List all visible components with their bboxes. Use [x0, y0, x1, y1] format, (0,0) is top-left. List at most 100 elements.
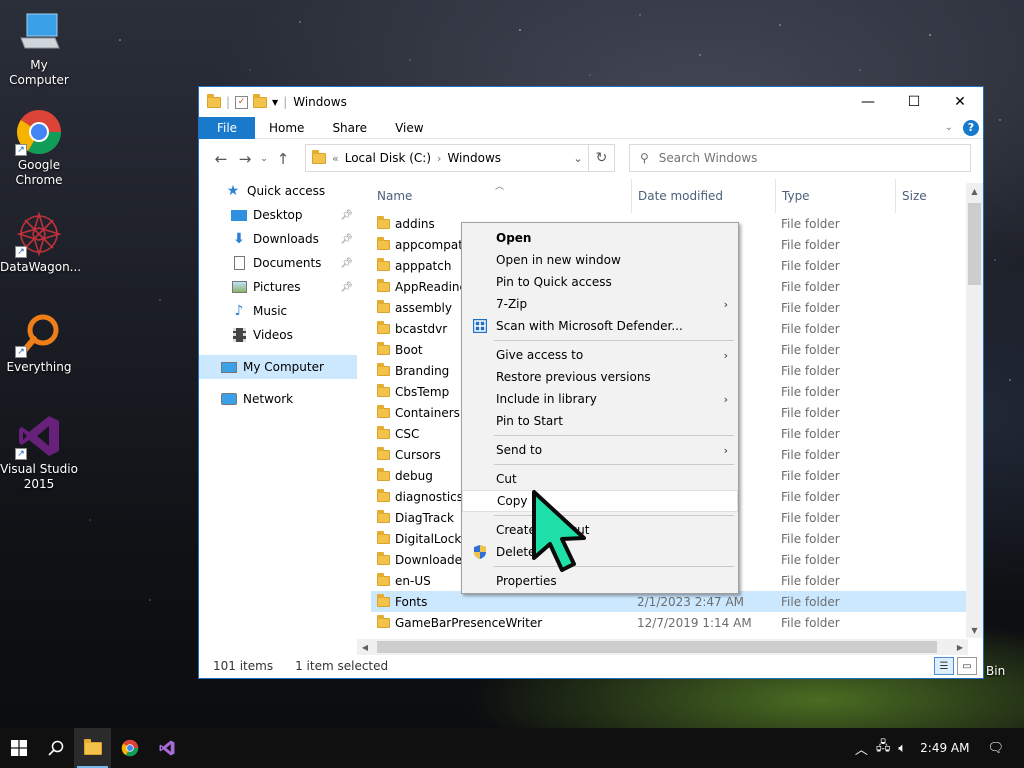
- menu-item-restore-previous-versions[interactable]: Restore previous versions: [462, 366, 738, 388]
- folder-icon: [377, 572, 390, 586]
- scroll-down-arrow-icon[interactable]: ▼: [966, 622, 983, 638]
- search-button[interactable]: [37, 728, 74, 768]
- address-bar[interactable]: « Local Disk (C:) › Windows ⌄: [305, 144, 615, 172]
- menu-item-properties[interactable]: Properties: [462, 570, 738, 592]
- scroll-up-arrow-icon[interactable]: ▲: [966, 183, 983, 199]
- network-icon[interactable]: 🖧︎: [876, 737, 891, 759]
- nav-documents[interactable]: Documents 📌︎: [199, 251, 357, 275]
- desktop-icon-datawagon[interactable]: ↗ DataWagon...: [0, 210, 81, 275]
- menu-item-delete[interactable]: Delete: [462, 541, 738, 563]
- menu-item-cut[interactable]: Cut: [462, 468, 738, 490]
- column-size[interactable]: Size: [895, 179, 967, 213]
- pin-icon[interactable]: 📌︎: [340, 282, 353, 293]
- desktop-icon-google-chrome[interactable]: ↗ Google Chrome: [0, 108, 78, 188]
- menu-item-open[interactable]: Open: [462, 227, 738, 249]
- scroll-right-arrow-icon[interactable]: ▶: [952, 639, 968, 655]
- file-date: 12/7/2019 1:14 AM: [637, 615, 752, 630]
- nav-quick-access[interactable]: ★ Quick access: [199, 179, 357, 203]
- tab-home[interactable]: Home: [255, 117, 318, 139]
- forward-arrow-icon[interactable]: →: [233, 147, 257, 171]
- nav-music[interactable]: ♪ Music: [199, 299, 357, 323]
- column-name[interactable]: Name: [371, 179, 631, 213]
- menu-item-label: Scan with Microsoft Defender...: [496, 319, 683, 333]
- taskbar-chrome[interactable]: [111, 728, 148, 768]
- menu-item-open-in-new-window[interactable]: Open in new window: [462, 249, 738, 271]
- refresh-icon[interactable]: ↻: [588, 144, 614, 172]
- breadcrumb-local-disk[interactable]: Local Disk (C:): [345, 151, 431, 165]
- large-icons-view-icon[interactable]: ▭: [957, 657, 977, 675]
- desktop-icon-visual-studio[interactable]: ↗ Visual Studio 2015: [0, 412, 78, 492]
- details-view-icon[interactable]: ☰: [934, 657, 954, 675]
- expand-ribbon-chevron-icon[interactable]: ⌄: [945, 122, 953, 133]
- item-count: 101 items: [213, 659, 274, 673]
- search-input[interactable]: [658, 151, 939, 165]
- nav-videos[interactable]: Videos: [199, 323, 357, 347]
- close-button[interactable]: ✕: [937, 87, 983, 117]
- title-bar[interactable]: | ✓ ▼ | Windows — ☐ ✕: [199, 87, 983, 117]
- volume-icon[interactable]: 🔈︎: [898, 741, 906, 756]
- desktop-icon-recycle-bin-label[interactable]: Bin: [986, 664, 1005, 678]
- scroll-left-arrow-icon[interactable]: ◀: [357, 639, 373, 655]
- file-name-text: Containers: [395, 405, 460, 420]
- vertical-scroll-thumb[interactable]: [968, 203, 981, 285]
- address-overflow[interactable]: «: [332, 152, 339, 165]
- file-name-text: DigitalLocke: [395, 531, 469, 546]
- menu-item-7-zip[interactable]: 7-Zip ›: [462, 293, 738, 315]
- menu-item-pin-to-quick-access[interactable]: Pin to Quick access: [462, 271, 738, 293]
- search-box[interactable]: ⚲: [629, 144, 971, 172]
- nav-pictures[interactable]: Pictures 📌︎: [199, 275, 357, 299]
- menu-item-give-access-to[interactable]: Give access to ›: [462, 344, 738, 366]
- clock[interactable]: 2:49 AM: [914, 741, 979, 755]
- help-icon[interactable]: ?: [963, 119, 979, 136]
- address-dropdown-chevron-icon[interactable]: ⌄: [568, 152, 588, 165]
- horizontal-scroll-thumb[interactable]: [377, 641, 937, 653]
- column-date-modified[interactable]: Date modified: [631, 179, 775, 213]
- tab-view[interactable]: View: [381, 117, 437, 139]
- column-type[interactable]: Type: [775, 179, 895, 213]
- folder-icon: [377, 215, 390, 229]
- desktop-icon-everything[interactable]: ↗ Everything: [0, 310, 78, 375]
- file-name: bcastdvr: [377, 320, 447, 336]
- tab-file[interactable]: File: [199, 116, 255, 139]
- menu-item-pin-to-start[interactable]: Pin to Start: [462, 410, 738, 432]
- file-name: GameBarPresenceWriter: [377, 614, 542, 630]
- menu-item-copy[interactable]: Copy: [462, 490, 738, 512]
- table-row[interactable]: GameBarPresenceWriter 12/7/2019 1:14 AM Fi…: [371, 612, 967, 633]
- recent-locations-chevron-icon[interactable]: ⌄: [257, 147, 271, 171]
- menu-item-send-to[interactable]: Send to ›: [462, 439, 738, 461]
- new-folder-icon[interactable]: [253, 93, 268, 108]
- notifications-icon[interactable]: 🗨︎: [987, 741, 1018, 756]
- nav-downloads[interactable]: ⬇ Downloads 📌︎: [199, 227, 357, 251]
- nav-my-computer[interactable]: My Computer: [199, 355, 357, 379]
- navigation-pane: ★ Quick access Desktop 📌︎ ⬇ Downloads 📌︎…: [199, 179, 357, 649]
- properties-checkbox-icon[interactable]: ✓: [235, 95, 249, 109]
- up-arrow-icon[interactable]: ↑: [271, 147, 295, 171]
- start-button[interactable]: [0, 728, 37, 768]
- taskbar-file-explorer[interactable]: [74, 728, 111, 768]
- back-arrow-icon[interactable]: ←: [209, 147, 233, 171]
- nav-network[interactable]: Network: [199, 387, 357, 411]
- taskbar-visual-studio[interactable]: [148, 728, 185, 768]
- desktop-icon-my-computer[interactable]: My Computer: [0, 8, 78, 88]
- menu-item-scan-with-microsoft-defender[interactable]: Scan with Microsoft Defender...: [462, 315, 738, 337]
- maximize-button[interactable]: ☐: [891, 87, 937, 117]
- show-hidden-icons-chevron-icon[interactable]: ︿: [855, 739, 868, 758]
- menu-item-include-in-library[interactable]: Include in library ›: [462, 388, 738, 410]
- pin-icon[interactable]: 📌︎: [340, 234, 353, 245]
- nav-desktop[interactable]: Desktop 📌︎: [199, 203, 357, 227]
- file-name: appcompat: [377, 236, 463, 252]
- customize-toolbar-dropdown-icon[interactable]: ▼: [272, 98, 278, 107]
- vertical-scrollbar[interactable]: ▲ ▼: [966, 183, 983, 638]
- pin-icon[interactable]: 📌︎: [340, 210, 353, 221]
- table-row[interactable]: Fonts 2/1/2023 2:47 AM File folder: [371, 591, 967, 612]
- menu-item-label: Send to: [496, 443, 543, 457]
- horizontal-scrollbar[interactable]: ◀ ▶: [357, 639, 968, 655]
- pin-icon[interactable]: 📌︎: [340, 258, 353, 269]
- file-type: File folder: [781, 300, 840, 315]
- file-name: DiagTrack: [377, 509, 454, 525]
- breadcrumb-windows[interactable]: Windows: [447, 151, 501, 165]
- menu-item-create-shortcut[interactable]: Create shortcut: [462, 519, 738, 541]
- tab-share[interactable]: Share: [318, 117, 381, 139]
- shortcut-arrow-icon: ↗: [15, 448, 27, 460]
- minimize-button[interactable]: —: [845, 87, 891, 117]
